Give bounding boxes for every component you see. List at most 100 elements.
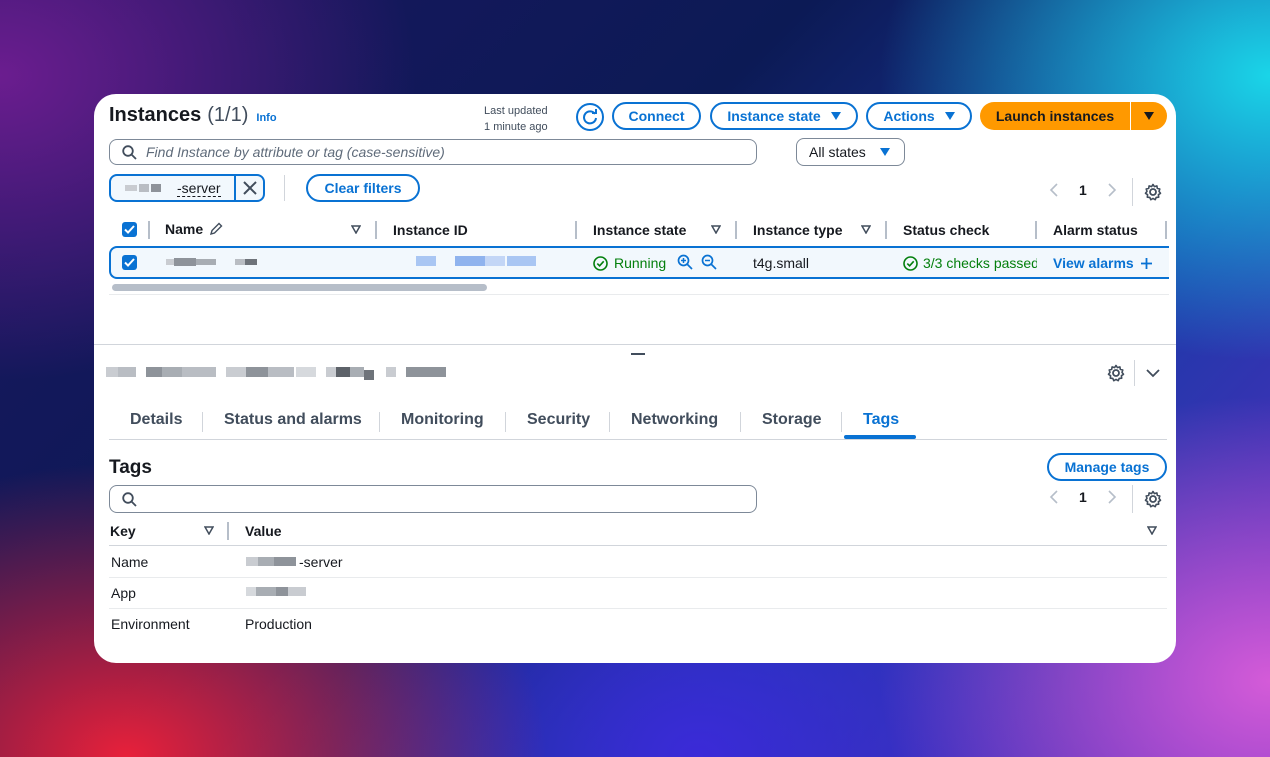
- column-header-instance-state[interactable]: Instance state: [593, 222, 686, 238]
- search-icon: [122, 491, 137, 507]
- clear-filters-label: Clear filters: [324, 180, 402, 196]
- settings-gear-icon[interactable]: [1144, 183, 1162, 201]
- filter-token-text: -server: [177, 179, 221, 197]
- refresh-button[interactable]: [576, 103, 604, 131]
- instance-state-button[interactable]: Instance state: [710, 102, 858, 130]
- instance-type-value: t4g.small: [753, 255, 810, 271]
- sort-icon[interactable]: [861, 225, 871, 234]
- divider: [284, 175, 285, 201]
- close-icon: [242, 181, 257, 195]
- caret-down-icon: [879, 148, 890, 156]
- page-number[interactable]: 1: [1079, 489, 1087, 505]
- status-check-cell: 3/3 checks passed: [903, 255, 1037, 271]
- tag-value: Production: [245, 616, 312, 632]
- caret-down-icon: [1144, 112, 1154, 120]
- remove-filter-button[interactable]: [236, 181, 263, 195]
- chevron-right-icon[interactable]: [1107, 183, 1117, 197]
- tab-storage[interactable]: Storage: [762, 411, 822, 429]
- settings-gear-icon[interactable]: [1107, 364, 1125, 382]
- chevron-left-icon[interactable]: [1049, 490, 1059, 504]
- column-header-instance-type[interactable]: Instance type: [753, 222, 842, 238]
- sort-icon[interactable]: [1147, 526, 1157, 535]
- tab-tags[interactable]: Tags: [863, 411, 899, 429]
- tab-networking[interactable]: Networking: [631, 411, 718, 429]
- last-updated: Last updated 1 minute ago: [484, 103, 548, 135]
- tag-key: App: [111, 585, 136, 601]
- pencil-icon: [210, 222, 223, 236]
- caret-down-icon: [830, 112, 841, 120]
- split-panel-border: [94, 344, 1176, 345]
- chevron-right-icon[interactable]: [1107, 490, 1117, 504]
- chevron-down-icon[interactable]: [1146, 368, 1160, 378]
- clear-filters-button[interactable]: Clear filters: [306, 174, 420, 202]
- launch-dropdown-button[interactable]: [1131, 112, 1167, 120]
- info-link[interactable]: Info: [256, 112, 276, 124]
- chevron-left-icon[interactable]: [1049, 183, 1059, 197]
- instance-state-label: Instance state: [727, 108, 821, 124]
- search-placeholder: Find Instance by attribute or tag (case-…: [146, 144, 445, 160]
- plus-icon: [1140, 257, 1152, 269]
- filter-token-label[interactable]: -server: [111, 176, 236, 200]
- select-all-checkbox[interactable]: [122, 222, 137, 237]
- status-check-value: 3/3 checks passed: [923, 255, 1037, 271]
- settings-gear-icon[interactable]: [1144, 490, 1162, 508]
- search-icon: [122, 144, 137, 160]
- sort-icon[interactable]: [204, 526, 214, 535]
- launch-instances-button[interactable]: Launch instances: [980, 108, 1130, 124]
- resize-handle[interactable]: [631, 353, 645, 355]
- last-updated-label: Last updated: [484, 105, 548, 117]
- tab-security[interactable]: Security: [527, 411, 590, 429]
- actions-label: Actions: [883, 108, 935, 124]
- column-header-instance-id[interactable]: Instance ID: [393, 222, 468, 238]
- refresh-icon: [583, 109, 597, 125]
- instance-state-cell: Running: [593, 255, 666, 271]
- horizontal-scrollbar[interactable]: [112, 284, 487, 291]
- divider: [1132, 485, 1133, 513]
- last-updated-time: 1 minute ago: [484, 121, 548, 133]
- manage-tags-label: Manage tags: [1064, 459, 1150, 475]
- tag-key: Name: [111, 554, 149, 570]
- tab-details[interactable]: Details: [130, 411, 182, 429]
- divider: [1134, 360, 1135, 386]
- page-title: Instances: [109, 104, 202, 126]
- tab-status-and-alarms[interactable]: Status and alarms: [224, 411, 362, 429]
- tag-key: Environment: [111, 616, 190, 632]
- column-label: Name: [165, 221, 204, 237]
- instance-state-value: Running: [614, 255, 667, 271]
- tags-search-input[interactable]: [109, 485, 757, 513]
- tags-title: Tags: [109, 457, 152, 478]
- filter-token: -server: [109, 174, 265, 202]
- ec2-instances-window: Instances (1/1) Info Last updated 1 minu…: [94, 94, 1176, 663]
- zoom-in-icon[interactable]: [677, 254, 693, 270]
- manage-tags-button[interactable]: Manage tags: [1047, 453, 1167, 481]
- actions-button[interactable]: Actions: [866, 102, 972, 130]
- check-circle-icon: [903, 255, 918, 271]
- caret-down-icon: [944, 112, 955, 120]
- states-filter-value: All states: [809, 144, 866, 160]
- column-header-name[interactable]: Name: [165, 221, 223, 237]
- page-number[interactable]: 1: [1079, 182, 1087, 198]
- row-checkbox[interactable]: [122, 255, 137, 270]
- connect-button[interactable]: Connect: [612, 102, 701, 130]
- view-alarms-link[interactable]: View alarms: [1053, 255, 1153, 271]
- view-alarms-label: View alarms: [1053, 255, 1134, 271]
- page-header: Instances (1/1) Info: [109, 104, 277, 127]
- sort-icon[interactable]: [711, 225, 721, 234]
- instance-search-input[interactable]: Find Instance by attribute or tag (case-…: [109, 139, 757, 165]
- divider: [1132, 178, 1133, 206]
- instance-count: (1/1): [207, 104, 249, 126]
- tags-column-key[interactable]: Key: [110, 523, 136, 539]
- column-header-alarm-status[interactable]: Alarm status: [1053, 222, 1138, 238]
- tags-pagination: 1: [1049, 489, 1117, 505]
- tab-monitoring[interactable]: Monitoring: [401, 411, 484, 429]
- check-circle-icon: [593, 255, 608, 271]
- tags-column-value[interactable]: Value: [245, 523, 282, 539]
- pagination: 1: [1049, 182, 1117, 198]
- tag-value: -server: [299, 554, 343, 570]
- sort-icon[interactable]: [351, 225, 361, 234]
- connect-label: Connect: [628, 108, 685, 124]
- launch-instances-group: Launch instances: [980, 102, 1167, 130]
- column-header-status-check[interactable]: Status check: [903, 222, 989, 238]
- zoom-out-icon[interactable]: [701, 254, 717, 270]
- states-filter-select[interactable]: All states: [796, 138, 905, 166]
